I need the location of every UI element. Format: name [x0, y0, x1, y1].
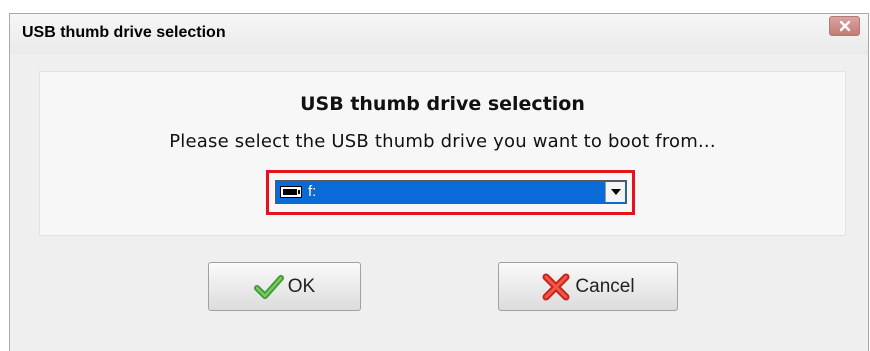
red-x-icon [542, 273, 570, 300]
highlight-frame: f: [266, 170, 635, 215]
dropdown-arrow-button[interactable] [605, 182, 625, 202]
cancel-button-label: Cancel [575, 275, 635, 297]
selection-panel: USB thumb drive selection Please select … [39, 71, 846, 236]
panel-heading: USB thumb drive selection [300, 93, 585, 115]
selected-drive-value: f: [308, 183, 317, 200]
panel-message: Please select the USB thumb drive you wa… [169, 131, 716, 152]
dialog-window: USB thumb drive selection USB thumb driv… [9, 13, 869, 351]
title-bar: USB thumb drive selection [10, 14, 868, 54]
drive-select-dropdown[interactable]: f: [275, 180, 627, 204]
checkmark-icon [253, 274, 284, 299]
usb-drive-icon [280, 186, 302, 198]
ok-button-label: OK [287, 275, 316, 297]
window-title: USB thumb drive selection [22, 24, 226, 41]
close-icon [839, 20, 850, 32]
chevron-down-icon [610, 189, 621, 195]
cancel-button[interactable]: Cancel [498, 262, 678, 311]
close-button[interactable] [829, 16, 860, 36]
ok-button[interactable]: OK [208, 262, 361, 311]
